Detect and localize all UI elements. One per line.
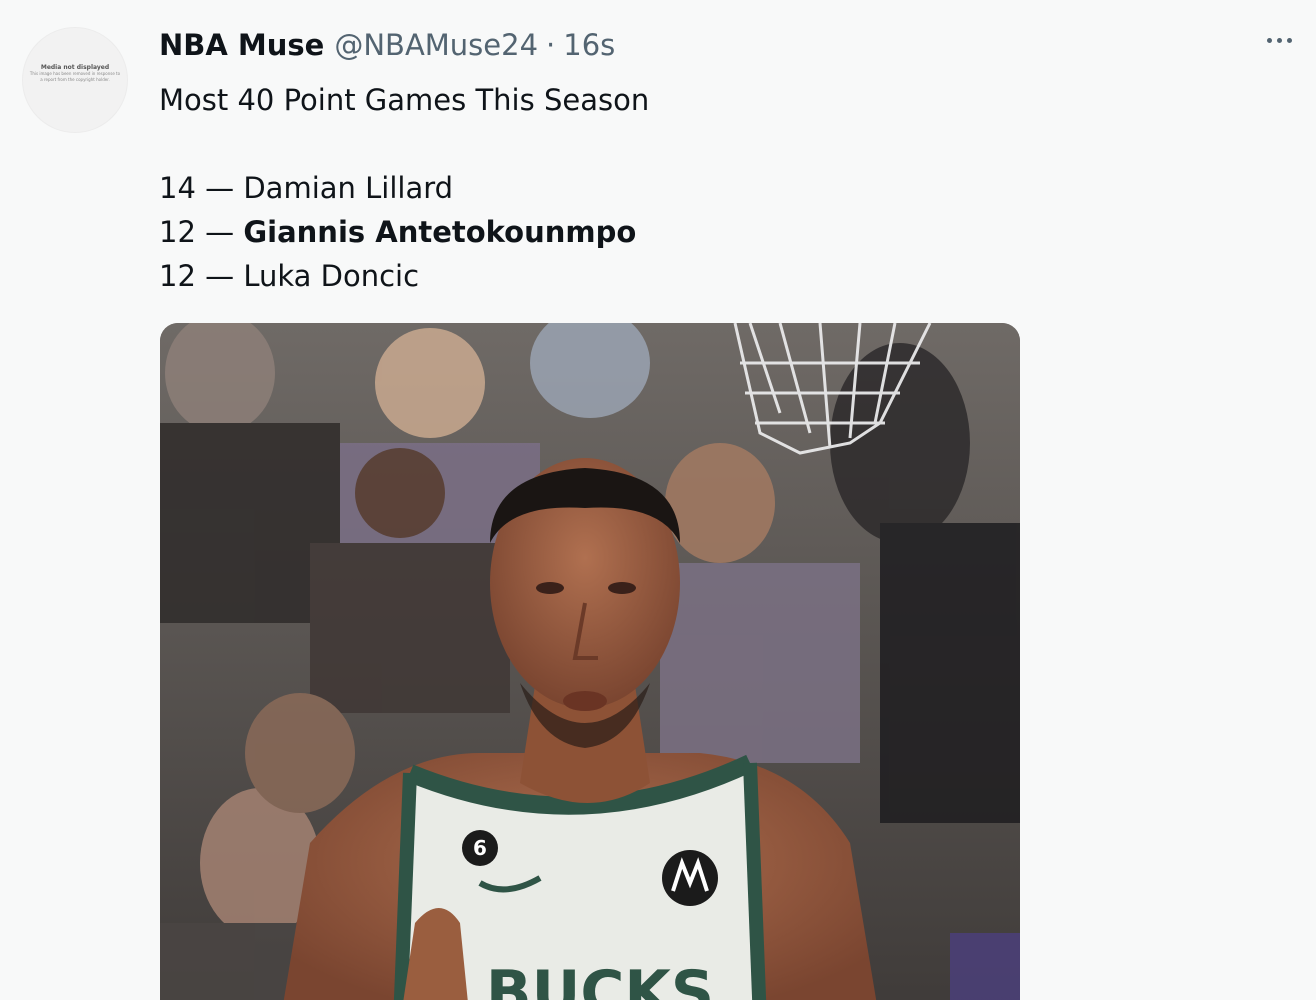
tweet-text: Most 40 Point Games This Season 14 — Dam… [159, 78, 649, 298]
more-horizontal-icon[interactable] [1267, 38, 1292, 43]
entry-count: 14 [159, 171, 196, 205]
entry-dash: — [195, 171, 244, 205]
avatar-placeholder-title: Media not displayed [40, 63, 110, 71]
jersey-text: BUCKS [486, 958, 714, 1000]
separator-dot: · [546, 28, 556, 62]
jersey-number: 6 [473, 836, 487, 860]
avatar-placeholder-line-2: a report from the copyright holder. [40, 76, 110, 82]
player-photo: 6 BUCKS [160, 323, 1020, 1000]
tweet-header: NBA Muse @NBAMuse24 · 16s [159, 28, 615, 68]
entry-name: Damian Lillard [243, 171, 454, 205]
list-item: 14 — Damian Lillard [159, 166, 649, 210]
tweet-photo[interactable]: 6 BUCKS [160, 323, 1020, 1000]
list-item: 12 — Giannis Antetokounmpo [159, 210, 649, 254]
entry-name: Giannis Antetokounmpo [243, 215, 637, 249]
user-handle[interactable]: @NBAMuse24 [334, 28, 538, 62]
timestamp[interactable]: 16s [563, 28, 615, 62]
entry-dash: — [195, 215, 244, 249]
list-item: 12 — Luka Doncic [159, 254, 649, 298]
entry-count: 12 [159, 259, 196, 293]
entry-name: Luka Doncic [243, 259, 420, 293]
tweet-title: Most 40 Point Games This Season [159, 83, 650, 117]
avatar[interactable]: Media not displayed This image has been … [22, 27, 128, 133]
tweet-card[interactable]: Media not displayed This image has been … [0, 0, 1316, 1000]
entry-count: 12 [159, 215, 196, 249]
display-name[interactable]: NBA Muse [159, 28, 324, 62]
entry-dash: — [195, 259, 244, 293]
